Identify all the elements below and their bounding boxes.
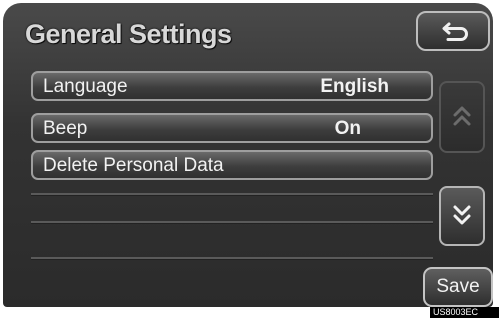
scroll-down-button[interactable] <box>439 186 485 246</box>
language-setting-row[interactable]: Language English <box>31 71 433 101</box>
delete-personal-data-row[interactable]: Delete Personal Data <box>31 150 433 180</box>
setting-value: On <box>334 118 361 139</box>
return-arrow-icon <box>442 22 468 41</box>
save-button[interactable]: Save <box>423 267 493 307</box>
list-divider <box>31 257 433 260</box>
setting-value: English <box>320 76 389 97</box>
page-title: General Settings <box>25 19 232 49</box>
back-button[interactable] <box>416 11 490 51</box>
list-divider <box>31 221 433 224</box>
setting-label: Language <box>43 76 128 97</box>
image-code-label: US8003EC <box>430 307 499 318</box>
general-settings-screen: General Settings Language English Beep O… <box>3 3 493 307</box>
setting-label: Delete Personal Data <box>43 155 224 176</box>
scroll-up-button[interactable] <box>439 81 485 153</box>
list-divider <box>31 193 433 196</box>
beep-setting-row[interactable]: Beep On <box>31 113 433 143</box>
double-chevron-up-icon <box>453 106 471 126</box>
double-chevron-down-icon <box>453 205 471 225</box>
setting-label: Beep <box>43 118 88 139</box>
